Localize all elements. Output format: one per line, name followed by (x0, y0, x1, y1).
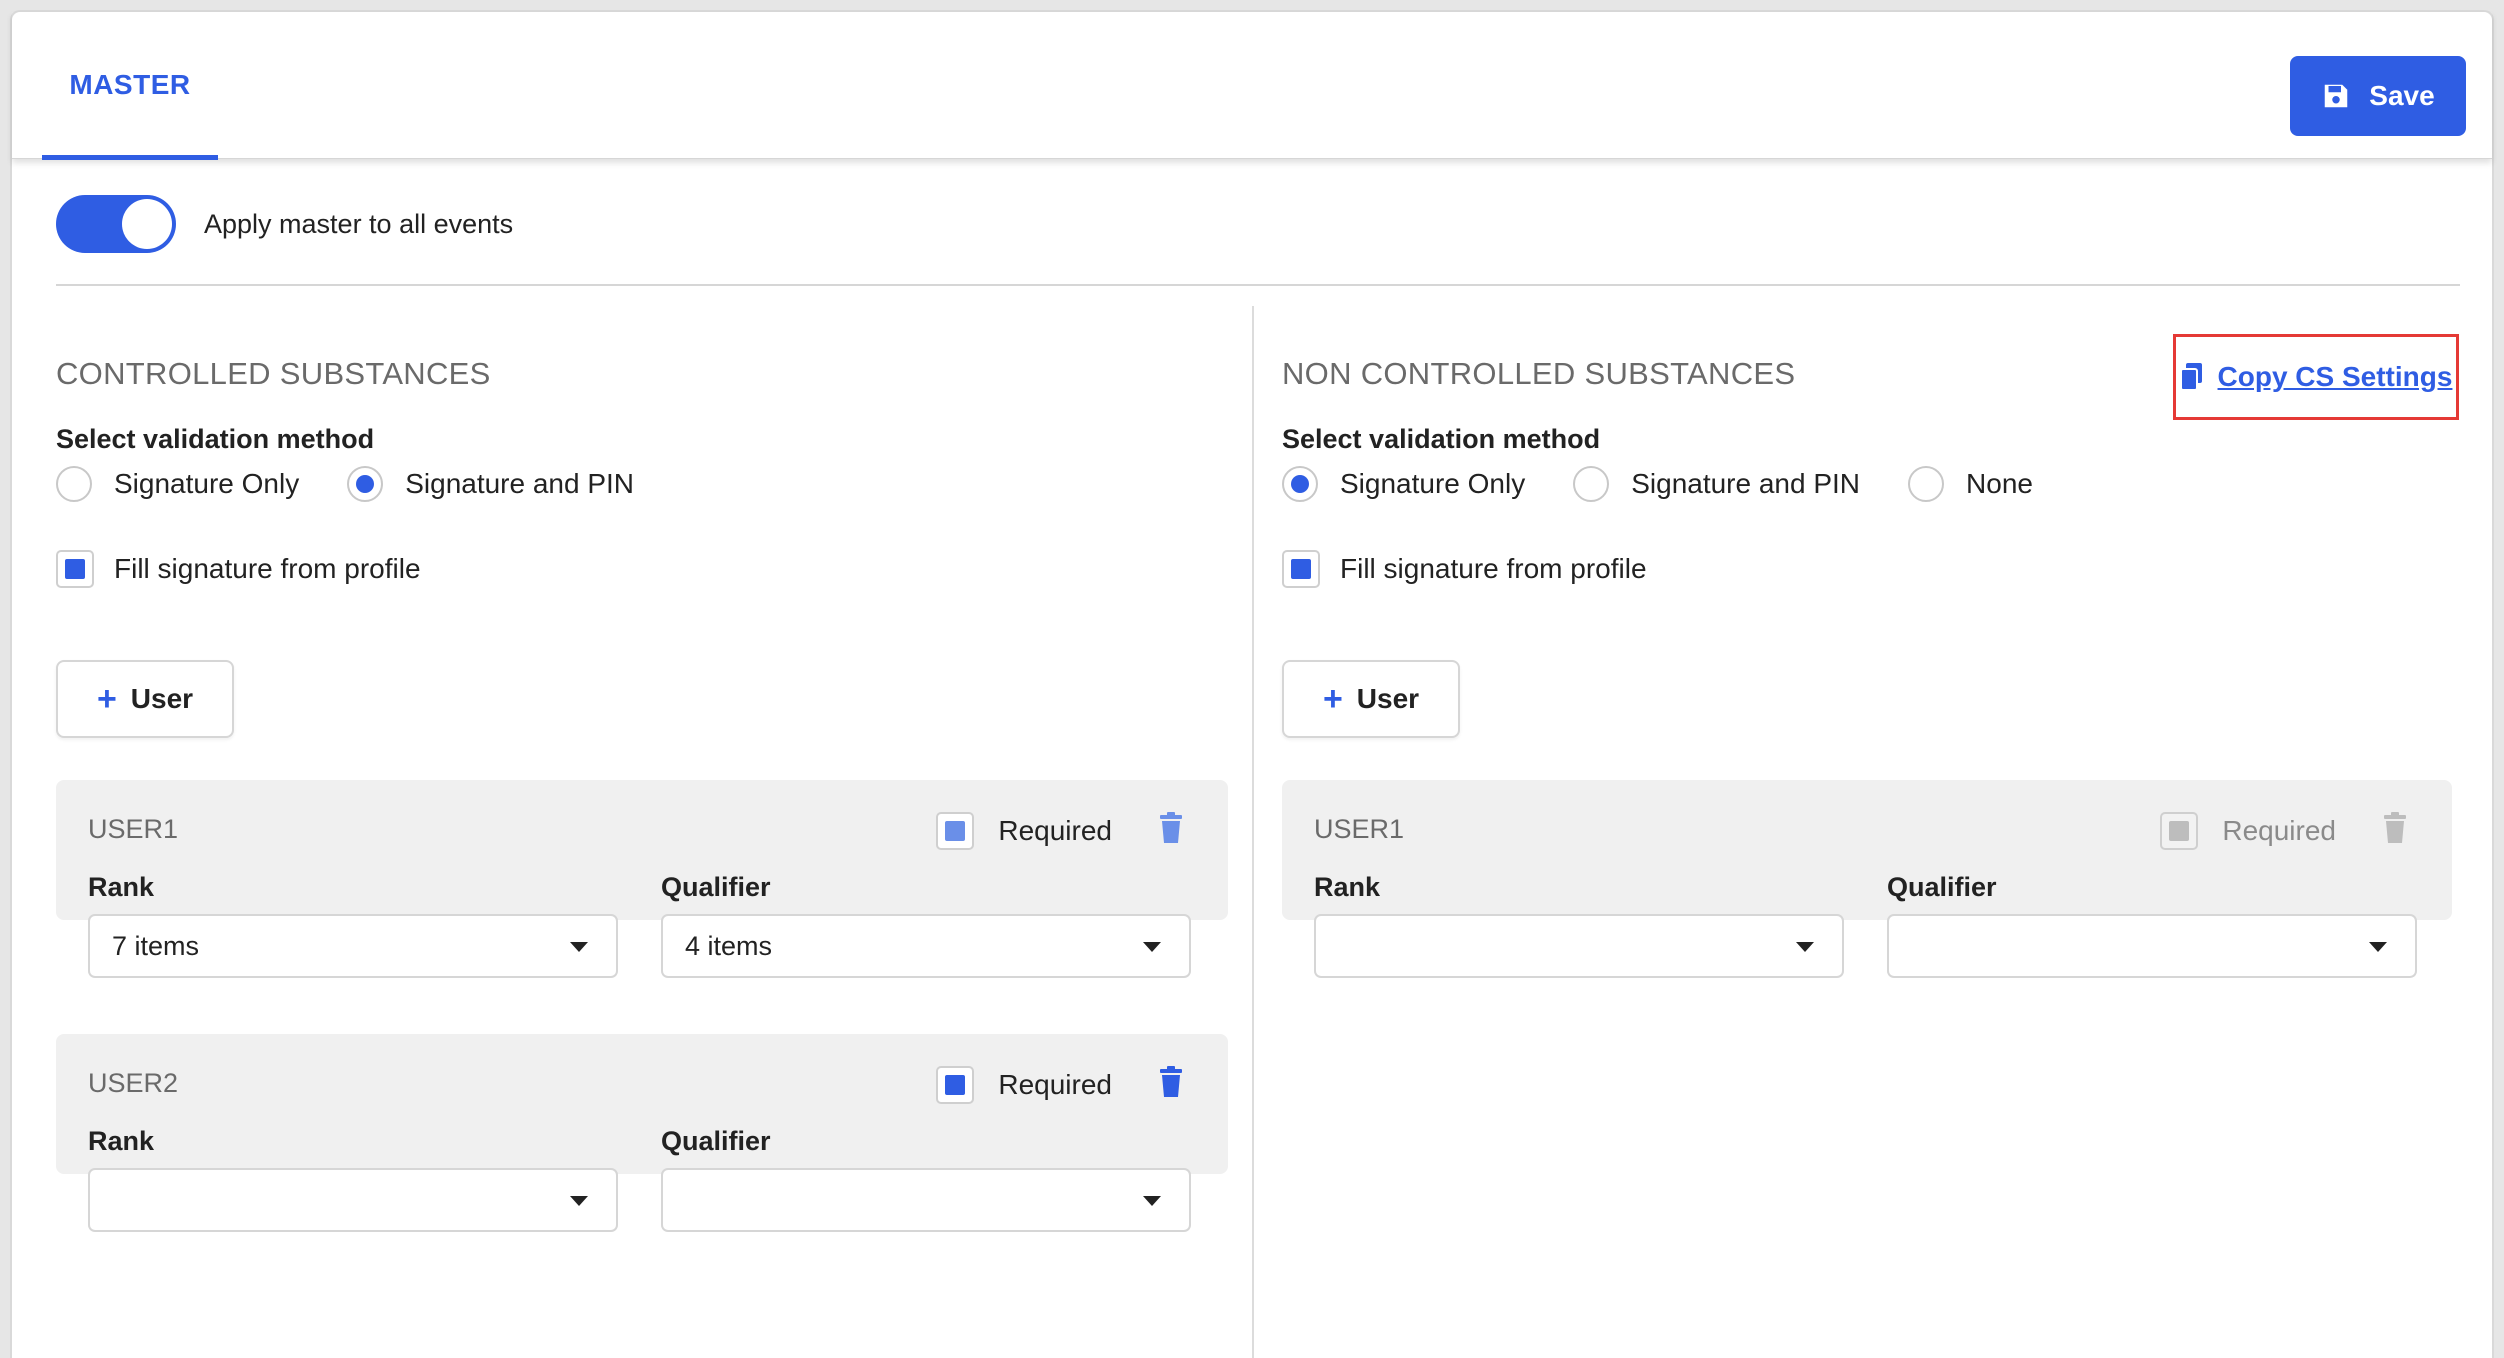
radio-label: Signature Only (1340, 468, 1526, 499)
user-card-user1: USER1 Required Rank Qualifier 7 items 4 … (56, 780, 1228, 978)
radio-button-selected[interactable] (347, 466, 384, 502)
user-card-name: USER1 (88, 814, 179, 844)
content-area: Apply master to all events CONTROLLED SU… (12, 160, 2492, 1358)
add-user-button[interactable]: + User (56, 660, 234, 738)
add-user-button[interactable]: + User (1282, 660, 1460, 738)
apply-master-label: Apply master to all events (204, 208, 514, 239)
fill-signature-checkbox-row[interactable]: Fill signature from profile (56, 550, 421, 588)
fill-signature-checkbox[interactable] (56, 550, 94, 588)
validation-method-radio-group: Signature Only Signature and PIN None (1282, 466, 2081, 502)
copy-icon (2179, 363, 2202, 391)
radio-option-signature-and-pin[interactable]: Signature and PIN (347, 466, 634, 502)
required-label: Required (998, 1069, 1112, 1100)
rank-select[interactable] (1314, 914, 1844, 978)
add-user-label: User (1356, 683, 1420, 714)
qualifier-select[interactable] (1887, 914, 2417, 978)
tab-master[interactable]: MASTER (42, 12, 218, 158)
required-checkbox-row[interactable]: Required (936, 1066, 1112, 1104)
rank-select[interactable]: 7 items (88, 914, 618, 978)
qualifier-label: Qualifier (661, 1126, 771, 1156)
radio-button[interactable] (1573, 466, 1610, 502)
column-divider (1252, 306, 1254, 1358)
save-button-label: Save (2369, 80, 2435, 111)
dropdown-caret-icon (1796, 942, 1814, 952)
radio-label: None (1966, 468, 2033, 499)
save-button[interactable]: Save (2290, 56, 2466, 136)
validation-method-radio-group: Signature Only Signature and PIN (56, 466, 682, 502)
copy-cs-settings-label: Copy CS Settings (2217, 361, 2453, 392)
rank-label: Rank (88, 1126, 155, 1156)
rank-label: Rank (88, 872, 155, 902)
required-label: Required (998, 815, 1112, 846)
dropdown-caret-icon (2369, 942, 2387, 952)
radio-label: Signature Only (114, 468, 300, 499)
required-checkbox-row: Required (2160, 812, 2336, 850)
trash-icon (2384, 812, 2406, 843)
rank-label: Rank (1314, 872, 1381, 902)
main-window: MASTER Save Apply master to all events C… (10, 10, 2494, 1358)
delete-user-button[interactable] (1158, 812, 1184, 849)
dropdown-caret-icon (1143, 1196, 1161, 1206)
fill-signature-label: Fill signature from profile (114, 553, 421, 584)
radio-button[interactable] (1908, 466, 1945, 502)
required-checkbox (2160, 812, 2199, 850)
radio-label: Signature and PIN (1631, 468, 1861, 499)
dropdown-caret-icon (570, 942, 588, 952)
user-card-name: USER1 (1314, 814, 1405, 844)
required-checkbox-row[interactable]: Required (936, 812, 1112, 850)
user-card-user2: USER2 Required Rank Qualifier (56, 1034, 1228, 1232)
qualifier-label: Qualifier (1887, 872, 1997, 902)
apply-master-row: Apply master to all events (56, 195, 514, 253)
qualifier-select-value: 4 items (685, 930, 773, 961)
divider (56, 284, 2460, 286)
plus-icon: + (1322, 680, 1343, 718)
radio-button-selected[interactable] (1282, 466, 1318, 502)
delete-user-button[interactable] (1158, 1066, 1184, 1103)
trash-icon (1160, 812, 1182, 843)
plus-icon: + (96, 680, 117, 718)
rank-select-value: 7 items (112, 930, 200, 961)
add-user-label: User (130, 683, 194, 714)
dropdown-caret-icon (1143, 942, 1161, 952)
qualifier-select[interactable]: 4 items (661, 914, 1191, 978)
delete-user-button (2382, 812, 2408, 849)
copy-cs-settings-link[interactable]: Copy CS Settings (2173, 334, 2459, 420)
radio-label: Signature and PIN (405, 468, 635, 499)
apply-master-toggle[interactable] (56, 195, 176, 253)
fill-signature-checkbox[interactable] (1282, 550, 1320, 588)
header-bar: MASTER Save (12, 12, 2492, 160)
required-label: Required (2222, 815, 2336, 846)
qualifier-label: Qualifier (661, 872, 771, 902)
radio-option-signature-only[interactable]: Signature Only (56, 466, 299, 502)
toggle-knob (122, 199, 172, 249)
radio-option-signature-and-pin[interactable]: Signature and PIN (1573, 466, 1860, 502)
radio-option-none[interactable]: None (1908, 466, 2033, 502)
radio-option-signature-only[interactable]: Signature Only (1282, 466, 1525, 502)
fill-signature-label: Fill signature from profile (1340, 553, 1647, 584)
radio-button[interactable] (56, 466, 92, 502)
required-checkbox[interactable] (936, 812, 975, 850)
user-card-name: USER2 (88, 1068, 179, 1098)
qualifier-select[interactable] (661, 1168, 1191, 1232)
required-checkbox[interactable] (936, 1066, 975, 1104)
section-title-controlled: CONTROLLED SUBSTANCES (56, 356, 491, 391)
user-card-user1: USER1 Required Rank Qualifier (1282, 780, 2452, 978)
dropdown-caret-icon (570, 1196, 588, 1206)
validation-method-label: Select validation method (1282, 424, 1601, 454)
rank-select[interactable] (88, 1168, 618, 1232)
section-title-non-controlled: NON CONTROLLED SUBSTANCES (1282, 356, 1796, 391)
validation-method-label: Select validation method (56, 424, 375, 454)
fill-signature-checkbox-row[interactable]: Fill signature from profile (1282, 550, 1647, 588)
save-icon (2325, 84, 2348, 108)
trash-icon (1160, 1066, 1182, 1097)
